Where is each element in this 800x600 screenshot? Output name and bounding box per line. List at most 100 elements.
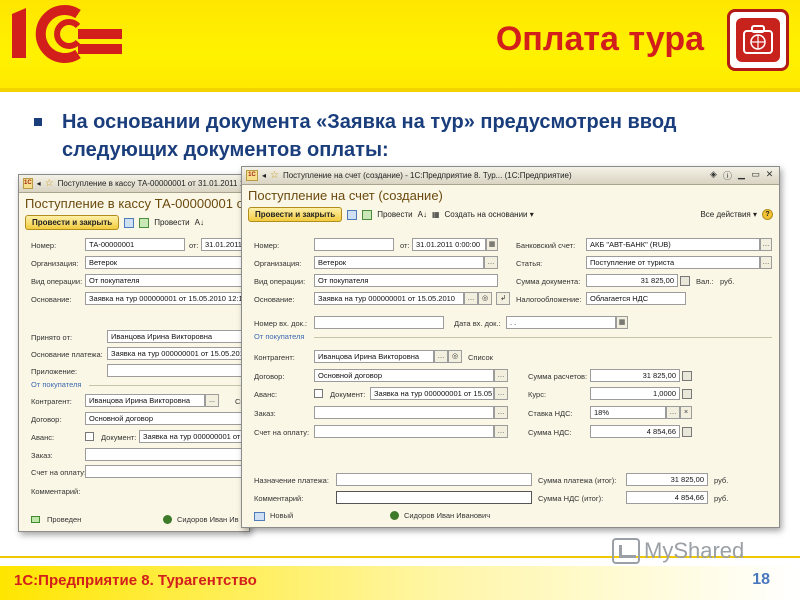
counterparty-select-button[interactable]: … (434, 350, 448, 363)
operation-field[interactable]: От покупателя (314, 274, 498, 287)
payment-basis-field[interactable]: Заявка на тур 000000001 от 15.05.2010 (107, 347, 249, 360)
list-link[interactable]: Список (468, 353, 493, 362)
favorite-star-icon[interactable]: ☆ (45, 178, 54, 189)
vat-total-currency: руб. (714, 494, 729, 503)
all-actions-button[interactable]: Все действия ▾ (700, 210, 757, 219)
structure-icon[interactable]: ▦ (432, 210, 440, 219)
calculator-icon[interactable] (682, 389, 692, 399)
purpose-label: Назначение платежа: (254, 476, 329, 485)
order-field[interactable] (85, 448, 249, 461)
article-select-button[interactable]: … (760, 256, 772, 269)
incoming-number-field[interactable] (314, 316, 444, 329)
settlement-sum-label: Сумма расчетов: (528, 372, 588, 381)
basis-field[interactable]: Заявка на тур 000000001 от 15.05.2010 (314, 292, 464, 305)
purpose-field[interactable] (336, 473, 532, 486)
post-and-close-button[interactable]: Провести и закрыть (25, 215, 120, 230)
favorite-star-icon[interactable]: ☆ (270, 170, 279, 181)
back-arrow-icon[interactable]: ◂ (262, 171, 266, 180)
order-select-button[interactable]: … (494, 406, 508, 419)
invoice-field[interactable] (314, 425, 494, 438)
contract-field[interactable]: Основной договор (314, 369, 494, 382)
close-icon[interactable]: ✕ (764, 169, 775, 182)
received-from-field[interactable]: Иванцова Ирина Викторовна (107, 330, 249, 343)
number-field[interactable]: ТА-00000001 (85, 238, 185, 251)
rate-field[interactable]: 1,0000 (590, 387, 680, 400)
save-icon[interactable] (347, 209, 358, 220)
date-label: от: (189, 241, 199, 250)
vat-rate-field[interactable]: 18% (590, 406, 666, 419)
help-icon[interactable]: ? (762, 209, 773, 220)
incoming-date-field[interactable]: . . (506, 316, 616, 329)
post-button[interactable]: Провести (154, 218, 189, 227)
bank-receipt-window[interactable]: 1С ◂ ☆ Поступление на счет (создание) - … (241, 166, 780, 528)
organization-label: Организация: (31, 259, 79, 268)
payment-basis-label: Основание платежа: (31, 350, 103, 359)
taxation-field[interactable]: Облагается НДС (586, 292, 686, 305)
organization-select-button[interactable]: … (484, 256, 498, 269)
basis-fill-button[interactable]: ↲ (496, 292, 510, 305)
comment-field[interactable] (336, 491, 532, 504)
payment-total-currency: руб. (714, 476, 729, 485)
basis-open-button[interactable]: ◎ (478, 292, 492, 305)
counterparty-select-button[interactable]: ... (205, 394, 219, 407)
settlement-sum-field[interactable]: 31 825,00 (590, 369, 680, 382)
operation-field[interactable]: От покупателя (85, 274, 249, 287)
bank-account-field[interactable]: АКБ "АВТ-БАНК" (RUB) (586, 238, 760, 251)
document-select-button[interactable]: … (494, 387, 508, 400)
attachment-field[interactable] (107, 364, 249, 377)
invoice-field[interactable] (85, 465, 249, 478)
incoming-date-picker-button[interactable]: ▦ (616, 316, 628, 329)
create-based-button[interactable]: Создать на основании ▾ (445, 210, 534, 219)
form-toolbar: Провести и закрыть Провести A↓ (19, 213, 249, 232)
vat-rate-clear-button[interactable]: × (680, 406, 692, 419)
post-icon[interactable] (139, 217, 150, 228)
currency-value: руб. (720, 277, 735, 286)
basis-select-button[interactable]: … (464, 292, 478, 305)
doc-sum-field[interactable]: 31 825,00 (586, 274, 678, 287)
user-icon (163, 515, 172, 524)
order-field[interactable] (314, 406, 494, 419)
window-titlebar[interactable]: 1С ◂ ☆ Поступление на счет (создание) - … (242, 167, 779, 185)
vat-sum-field[interactable]: 4 854,66 (590, 425, 680, 438)
basis-field[interactable]: Заявка на тур 000000001 от 15.05.2010 12… (85, 292, 249, 305)
document-field[interactable]: Заявка на тур 000000001 от (139, 430, 249, 443)
post-icon[interactable] (362, 209, 373, 220)
vat-rate-select-button[interactable]: … (666, 406, 680, 419)
back-arrow-icon[interactable]: ◂ (37, 179, 41, 188)
date-field[interactable]: 31.01.2011 0:00:00 (412, 238, 486, 251)
link-icon[interactable]: ◈ (708, 169, 719, 182)
bank-account-select-button[interactable]: … (760, 238, 772, 251)
counterparty-open-button[interactable]: ◎ (448, 350, 462, 363)
cash-receipt-window[interactable]: 1С ◂ ☆ Поступление в кассу ТА-00000001 о… (18, 174, 250, 532)
organization-field[interactable]: Ветерок (314, 256, 484, 269)
organization-field[interactable]: Ветерок (85, 256, 249, 269)
date-picker-button[interactable]: ▦ (486, 238, 498, 251)
counterparty-field[interactable]: Иванцова Ирина Викторовна (314, 350, 434, 363)
post-and-close-button[interactable]: Провести и закрыть (248, 207, 343, 222)
invoice-select-button[interactable]: … (494, 425, 508, 438)
calculator-icon[interactable] (680, 276, 690, 286)
watermark: MyShared (612, 538, 744, 564)
sort-az-icon[interactable]: A↓ (418, 210, 427, 219)
sort-az-icon[interactable]: A↓ (195, 218, 204, 227)
window-titlebar[interactable]: 1С ◂ ☆ Поступление в кассу ТА-00000001 о… (19, 175, 249, 193)
number-field[interactable] (314, 238, 394, 251)
save-icon[interactable] (124, 217, 135, 228)
advance-checkbox[interactable] (314, 389, 323, 398)
footer-text: 1С:Предприятие 8. Турагентство (14, 572, 257, 589)
1c-app-icon: 1С (23, 178, 33, 189)
article-field[interactable]: Поступление от туриста (586, 256, 760, 269)
counterparty-label: Контрагент: (31, 397, 72, 406)
comment-label: Комментарий: (31, 487, 81, 496)
maximize-icon[interactable]: ▭ (750, 169, 761, 182)
info-icon[interactable]: ⓘ (722, 169, 733, 182)
advance-checkbox[interactable] (85, 432, 94, 441)
calculator-icon[interactable] (682, 427, 692, 437)
calculator-icon[interactable] (682, 371, 692, 381)
minimize-icon[interactable]: ▁ (736, 169, 747, 182)
document-field[interactable]: Заявка на тур 000000001 от 15.05 (370, 387, 494, 400)
counterparty-field[interactable]: Иванцова Ирина Викторовна (85, 394, 205, 407)
contract-field[interactable]: Основной договор (85, 412, 249, 425)
post-button[interactable]: Провести (377, 210, 412, 219)
contract-select-button[interactable]: … (494, 369, 508, 382)
